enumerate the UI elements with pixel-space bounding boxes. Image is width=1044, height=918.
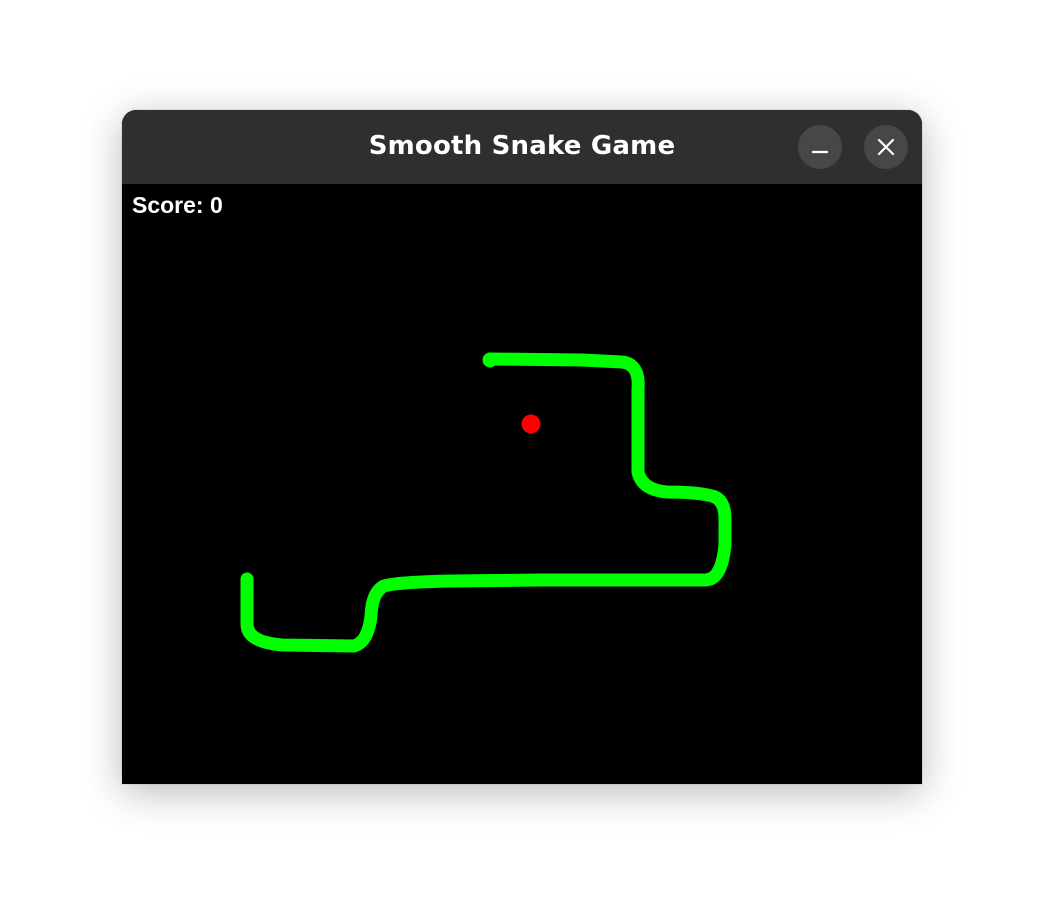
game-window: Smooth Snake Game Score: 0 [122, 110, 922, 784]
close-button[interactable] [864, 125, 908, 169]
minimize-button[interactable] [798, 125, 842, 169]
title-bar[interactable]: Smooth Snake Game [122, 110, 922, 184]
snake-head [482, 352, 498, 368]
close-icon [877, 138, 895, 156]
game-canvas[interactable]: Score: 0 [122, 184, 922, 784]
minimize-icon [811, 150, 829, 154]
food [521, 414, 541, 434]
snake [240, 352, 732, 653]
game-field [240, 352, 732, 653]
